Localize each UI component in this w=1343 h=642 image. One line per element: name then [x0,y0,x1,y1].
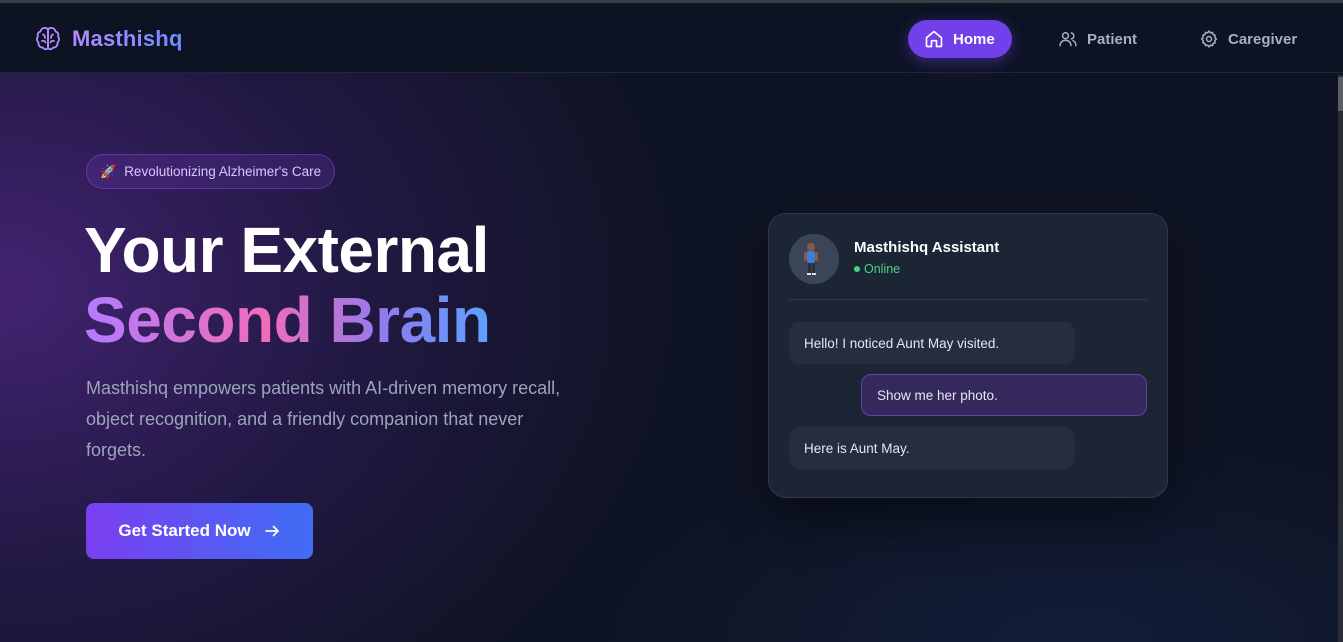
scrollbar[interactable] [1338,75,1343,642]
nav-home-label: Home [953,30,995,48]
brand-logo[interactable]: Masthishq [34,25,183,53]
chat-message-text: Hello! I noticed Aunt May visited. [804,335,1000,351]
brand-name: Masthishq [72,26,183,51]
app-frame: Masthishq Home Patient Caregiver 🚀 Revol… [0,0,1343,642]
brain-icon [34,25,62,53]
chat-message-user: Show me her photo. [861,374,1147,416]
hero-headline-line1: Your External [84,214,489,286]
nav-home[interactable]: Home [908,20,1012,58]
status-text: Online [864,262,901,276]
nav-caregiver[interactable]: Caregiver [1183,20,1313,58]
chat-message-bot: Here is Aunt May. [789,427,1075,469]
users-icon [1059,31,1077,47]
top-nav: Masthishq Home Patient Caregiver [0,3,1343,73]
online-dot-icon [854,266,860,272]
hero-badge-text: Revolutionizing Alzheimer's Care [124,164,322,179]
nav-caregiver-label: Caregiver [1228,30,1298,48]
get-started-button[interactable]: Get Started Now [86,503,313,559]
assistant-name: Masthishq Assistant [854,239,1000,256]
hero-headline: Your External Second Brain [84,215,491,355]
arrow-right-icon [264,525,279,537]
scrollbar-thumb[interactable] [1338,77,1343,111]
status-badge: Online [854,262,900,276]
hero-subtitle: Masthishq empowers patients with AI-driv… [86,378,561,460]
chat-message-bot: Hello! I noticed Aunt May visited. [789,322,1075,364]
hero-headline-line2: Second Brain [84,284,491,356]
assistant-avatar [789,234,839,284]
chat-message-text: Show me her photo. [877,387,998,403]
nav-patient[interactable]: Patient [1042,20,1153,58]
chat-preview-card: Masthishq Assistant Online Hello! I noti… [768,213,1168,498]
chat-message-text: Here is Aunt May. [804,440,910,456]
gear-icon [1200,30,1218,48]
nav-patient-label: Patient [1087,30,1138,48]
rocket-icon: 🚀 [100,163,117,179]
get-started-label: Get Started Now [118,521,251,540]
home-icon [925,30,943,48]
hero-badge: 🚀 Revolutionizing Alzheimer's Care [86,154,336,189]
chat-header: Masthishq Assistant Online [789,234,1147,300]
